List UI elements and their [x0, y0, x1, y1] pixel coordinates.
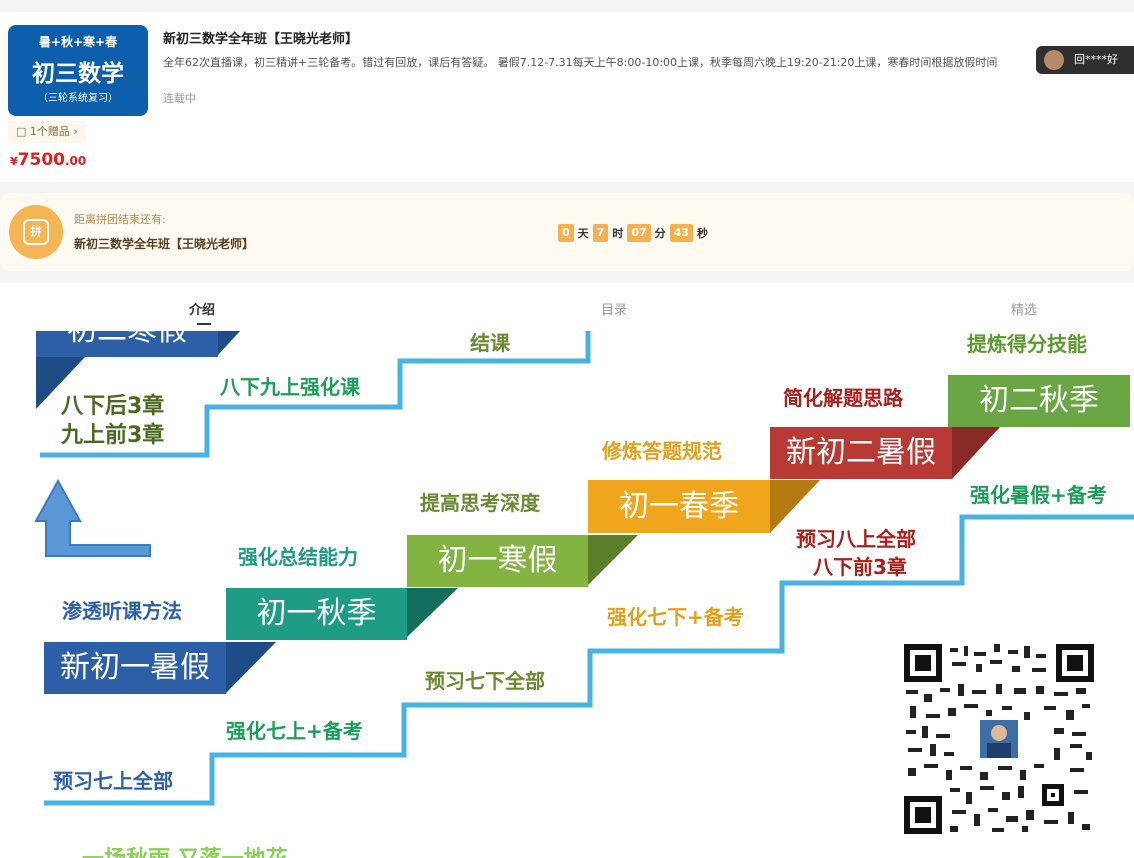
- stage-box-2: 初一秋季: [226, 588, 407, 640]
- price: ¥7500.00: [10, 150, 86, 170]
- countdown: 0 天 7 时 07 分 43 秒: [558, 223, 712, 243]
- price-decimal: .00: [64, 154, 87, 168]
- group-buy-banner: 拼 距离拼团结束还有: 新初三数学全年班【王晓光老师】 0 天 7 时 07 分…: [0, 193, 1134, 271]
- stage-goal-3: 提高思考深度: [420, 491, 540, 515]
- viewer-notice: 回****好: [1036, 46, 1134, 74]
- stage-goal-6: 提炼得分技能: [967, 332, 1087, 356]
- stage-box-5: 新初二暑假: [770, 427, 952, 479]
- chevron-right-icon: ›: [69, 125, 78, 138]
- countdown-seconds-unit: 秒: [696, 227, 708, 240]
- stage-content-upper-2a: 八下后3章: [61, 394, 165, 419]
- qr-code[interactable]: [904, 644, 1094, 834]
- group-buy-course-name: 新初三数学全年班【王晓光老师】: [74, 237, 255, 251]
- stage-content-5b: 八下前3章: [813, 555, 907, 579]
- course-description: 全年62次直播课，初三精讲+三轮备考。错过有回放，课后有答疑。 暑假7.12-7…: [163, 56, 998, 69]
- stage-content-upper-1: 八下九上强化课: [220, 375, 360, 399]
- countdown-hours: 7: [592, 224, 609, 242]
- tab-catalog[interactable]: 目录: [601, 299, 627, 318]
- countdown-minutes-unit: 分: [654, 227, 666, 240]
- countdown-seconds: 43: [669, 224, 693, 242]
- stage-content-6: 强化暑假+备考: [970, 483, 1107, 507]
- page: 暑+秋+寒+春 初三数学 （三轮系统复习） 新初三数学全年班【王晓光老师】 全年…: [0, 0, 1134, 858]
- stage-content-5a: 预习八上全部: [796, 527, 916, 551]
- stage-goal-2: 强化总结能力: [238, 545, 358, 569]
- course-cover-image[interactable]: 暑+秋+寒+春 初三数学 （三轮系统复习）: [8, 25, 148, 116]
- cover-main-text: 初三数学: [32, 61, 124, 87]
- cover-top-text: 暑+秋+寒+春: [38, 35, 118, 49]
- step-shadow: [952, 427, 1000, 479]
- stage-box-4: 初一春季: [588, 480, 770, 533]
- footer-slogan: 一场秋雨 又落一地花: [82, 841, 288, 858]
- stage-box-1: 新初一暑假: [44, 642, 226, 694]
- countdown-days-unit: 天: [577, 227, 589, 240]
- tab-active-indicator: [197, 323, 211, 325]
- step-shadow: [588, 535, 638, 585]
- course-status: 连载中: [163, 92, 196, 105]
- course-title[interactable]: 新初三数学全年班【王晓光老师】: [163, 28, 358, 47]
- step-shadow: [226, 642, 276, 693]
- qr-code-graphic: [904, 644, 1094, 834]
- intro-poster: 新初一暑假 初一秋季 初一寒假 初一春季 新初二暑假 初二秋季 初二寒假 渗透听…: [0, 331, 1134, 858]
- stage-content-upper-3: 结课: [470, 331, 510, 355]
- stage-goal-5: 简化解题思路: [783, 386, 903, 410]
- group-buy-icon: 拼: [9, 205, 63, 259]
- avatar: [1044, 50, 1064, 70]
- stage-goal-4: 修炼答题规范: [602, 439, 722, 463]
- stage-box-6: 初二秋季: [948, 375, 1130, 427]
- tab-intro[interactable]: 介绍: [189, 299, 215, 318]
- stage-content-3: 预习七下全部: [425, 669, 545, 693]
- gift-label: 1个赠品: [29, 125, 70, 138]
- course-card[interactable]: 暑+秋+寒+春 初三数学 （三轮系统复习） 新初三数学全年班【王晓光老师】 全年…: [0, 12, 1134, 182]
- price-currency: ¥: [10, 155, 18, 168]
- stage-content-2: 强化七上+备考: [226, 719, 363, 743]
- gift-badge[interactable]: □ 1个赠品 ›: [8, 121, 86, 143]
- gift-icon: □: [16, 125, 30, 138]
- cover-sub-text: （三轮系统复习）: [38, 93, 118, 104]
- tab-featured[interactable]: 精选: [1011, 299, 1037, 318]
- group-buy-icon-label: 拼: [23, 219, 49, 245]
- countdown-days: 0: [558, 224, 574, 242]
- stage-content-upper-2b: 九上前3章: [61, 423, 165, 448]
- group-buy-label: 距离拼团结束还有:: [74, 213, 166, 226]
- up-arrow-icon: [34, 478, 151, 557]
- viewer-name: 回****好: [1074, 53, 1118, 66]
- countdown-minutes: 07: [627, 224, 651, 242]
- step-shadow: [407, 588, 458, 637]
- stage-box-3: 初一寒假: [407, 535, 588, 587]
- tab-bar: 介绍 目录 精选: [0, 283, 1134, 331]
- stage-content-1: 预习七上全部: [53, 769, 173, 793]
- stage-box-top: 初二寒假: [36, 331, 218, 357]
- countdown-hours-unit: 时: [612, 227, 624, 240]
- stage-content-4: 强化七下+备考: [607, 605, 744, 629]
- price-integer: 7500: [17, 150, 65, 170]
- stage-goal-1: 渗透听课方法: [62, 599, 182, 623]
- step-shadow: [218, 331, 240, 355]
